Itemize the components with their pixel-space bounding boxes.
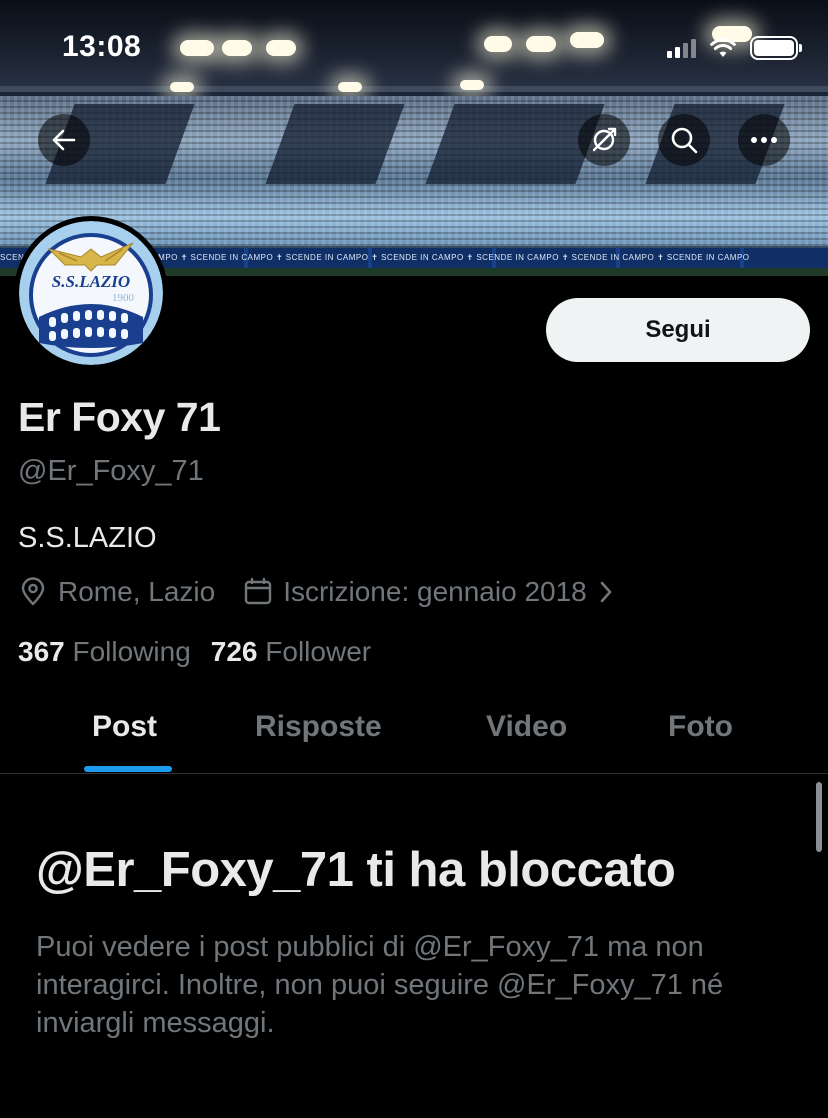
more-button[interactable] — [738, 114, 790, 166]
following-stat[interactable]: 367 Following — [18, 636, 191, 668]
location-pin-icon — [21, 577, 45, 606]
stadium-light — [338, 82, 362, 92]
stadium-light — [484, 36, 512, 52]
calendar-icon — [244, 577, 272, 605]
blocked-title: @Er_Foxy_71 ti ha bloccato — [36, 843, 676, 897]
follower-label: Follower — [265, 636, 372, 667]
tab-post[interactable]: Post — [92, 710, 157, 744]
profile-tabs: Post Risposte Video Foto — [0, 700, 828, 774]
tab-risposte[interactable]: Risposte — [255, 710, 382, 744]
stadium-light — [170, 82, 194, 92]
signal-icon — [667, 38, 696, 58]
follow-counts: 367 Following 726 Follower — [18, 636, 371, 668]
location: Rome, Lazio — [18, 576, 215, 608]
tab-foto[interactable]: Foto — [668, 710, 733, 744]
profile-avatar[interactable]: S.S.LAZIO 1900 — [14, 216, 168, 370]
back-arrow-icon — [52, 129, 76, 151]
user-handle: @Er_Foxy_71 — [18, 455, 204, 487]
search-button[interactable] — [658, 114, 710, 166]
join-date-text: Iscrizione: gennaio 2018 — [283, 576, 587, 607]
more-icon — [751, 137, 777, 143]
blocked-message: Puoi vedere i post pubblici di @Er_Foxy_… — [36, 931, 724, 1039]
profile-meta: Rome, Lazio Iscrizione: gennaio 2018 — [18, 576, 613, 608]
stadium-light — [570, 32, 604, 48]
display-name: Er Foxy 71 — [18, 394, 221, 440]
stadium-light — [460, 80, 484, 90]
stadium-light — [180, 40, 214, 56]
battery-icon — [750, 36, 802, 60]
join-date[interactable]: Iscrizione: gennaio 2018 — [243, 576, 613, 608]
ss-lazio-logo: S.S.LAZIO 1900 — [19, 221, 163, 365]
scrollbar[interactable] — [816, 782, 822, 852]
profile-bio: S.S.LAZIO — [18, 522, 157, 554]
follower-count: 726 — [210, 636, 258, 667]
stadium-light — [526, 36, 556, 52]
translate-icon — [592, 127, 617, 152]
back-button[interactable] — [38, 114, 90, 166]
avatar-year: 1900 — [112, 292, 135, 304]
translate-button[interactable] — [578, 114, 630, 166]
search-icon — [671, 127, 698, 154]
status-time: 13:08 — [62, 30, 142, 63]
stadium-light — [222, 40, 252, 56]
tab-video[interactable]: Video — [486, 710, 567, 744]
follower-stat[interactable]: 726 Follower — [211, 636, 371, 668]
chevron-right-icon — [600, 581, 612, 603]
location-text: Rome, Lazio — [58, 576, 216, 607]
status-icons — [667, 36, 802, 60]
wifi-icon — [710, 38, 736, 57]
avatar-club-name: S.S.LAZIO — [52, 272, 130, 291]
following-label: Following — [72, 636, 191, 667]
follow-button[interactable]: Segui — [546, 298, 810, 362]
following-count: 367 — [18, 636, 65, 667]
stadium-light — [266, 40, 296, 56]
active-tab-indicator — [84, 766, 172, 772]
